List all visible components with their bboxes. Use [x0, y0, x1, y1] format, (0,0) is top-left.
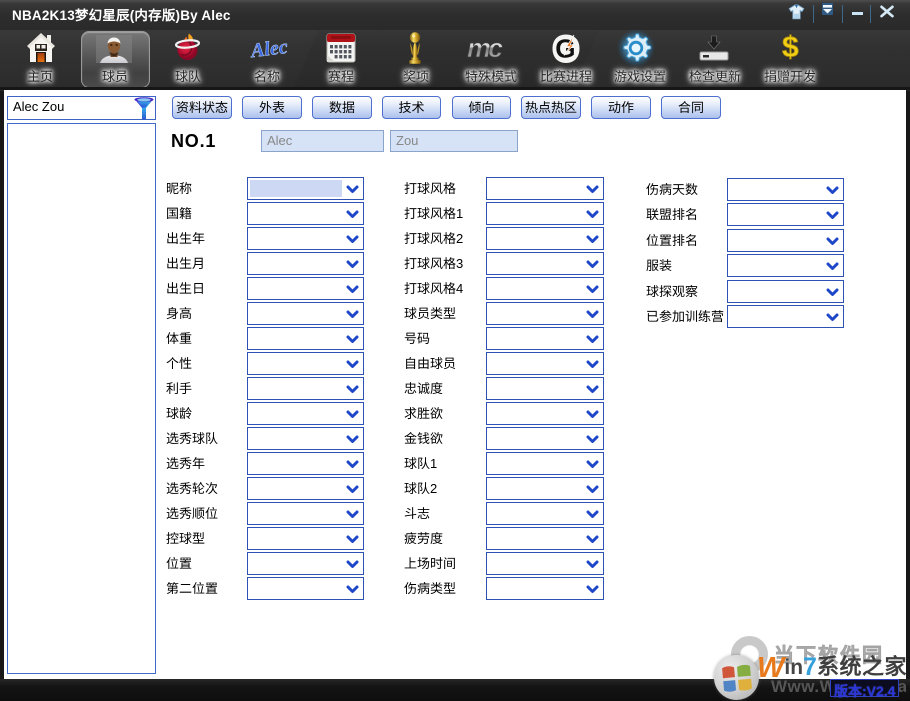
svg-text:$: $ — [782, 31, 799, 61]
svg-text:mc: mc — [467, 35, 503, 63]
